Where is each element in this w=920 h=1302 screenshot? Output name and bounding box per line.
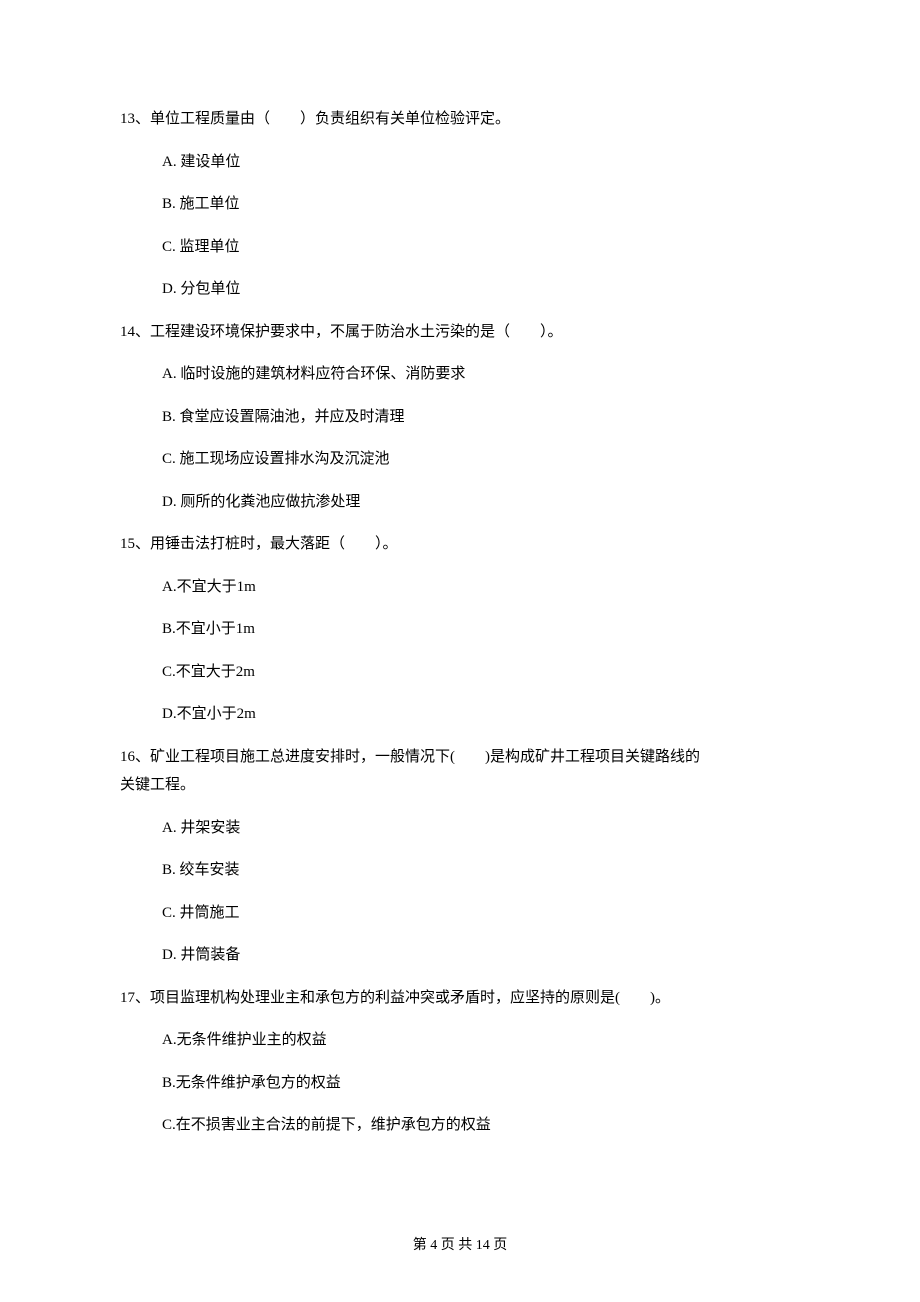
option-c: C. 施工现场应设置排水沟及沉淀池 [162,448,800,471]
question-text: 单位工程质量由（ ）负责组织有关单位检验评定。 [150,111,510,127]
question-number: 15、 [120,536,150,552]
question-15: 15、用锤击法打桩时，最大落距（ ）。 A.不宜大于1m B.不宜小于1m C.… [120,533,800,726]
question-16: 16、矿业工程项目施工总进度安排时，一般情况下( )是构成矿井工程项目关键路线的… [120,746,800,967]
question-stem: 16、矿业工程项目施工总进度安排时，一般情况下( )是构成矿井工程项目关键路线的 [120,746,800,769]
question-number: 13、 [120,111,150,127]
option-d: D. 厕所的化粪池应做抗渗处理 [162,491,800,514]
question-stem-cont: 关键工程。 [120,774,800,797]
question-13: 13、单位工程质量由（ ）负责组织有关单位检验评定。 A. 建设单位 B. 施工… [120,108,800,301]
option-d: D. 井筒装备 [162,944,800,967]
option-c: C.在不损害业主合法的前提下，维护承包方的权益 [162,1114,800,1137]
question-14: 14、工程建设环境保护要求中，不属于防治水土污染的是（ ）。 A. 临时设施的建… [120,321,800,514]
question-text: 矿业工程项目施工总进度安排时，一般情况下( )是构成矿井工程项目关键路线的 [150,749,700,765]
question-stem: 15、用锤击法打桩时，最大落距（ ）。 [120,533,800,556]
options-list: A. 建设单位 B. 施工单位 C. 监理单位 D. 分包单位 [120,151,800,301]
option-c: C.不宜大于2m [162,661,800,684]
option-a: A.无条件维护业主的权益 [162,1029,800,1052]
question-stem: 14、工程建设环境保护要求中，不属于防治水土污染的是（ ）。 [120,321,800,344]
option-c: C. 监理单位 [162,236,800,259]
option-a: A. 临时设施的建筑材料应符合环保、消防要求 [162,363,800,386]
question-stem: 13、单位工程质量由（ ）负责组织有关单位检验评定。 [120,108,800,131]
option-a: A.不宜大于1m [162,576,800,599]
option-c: C. 井筒施工 [162,902,800,925]
question-text: 用锤击法打桩时，最大落距（ ）。 [150,536,398,552]
options-list: A. 井架安装 B. 绞车安装 C. 井筒施工 D. 井筒装备 [120,817,800,967]
question-number: 17、 [120,990,150,1006]
question-stem: 17、项目监理机构处理业主和承包方的利益冲突或矛盾时，应坚持的原则是( )。 [120,987,800,1010]
options-list: A.不宜大于1m B.不宜小于1m C.不宜大于2m D.不宜小于2m [120,576,800,726]
options-list: A.无条件维护业主的权益 B.无条件维护承包方的权益 C.在不损害业主合法的前提… [120,1029,800,1137]
option-a: A. 建设单位 [162,151,800,174]
question-text: 工程建设环境保护要求中，不属于防治水土污染的是（ ）。 [150,324,563,340]
option-a: A. 井架安装 [162,817,800,840]
option-d: D.不宜小于2m [162,703,800,726]
option-d: D. 分包单位 [162,278,800,301]
question-text: 项目监理机构处理业主和承包方的利益冲突或矛盾时，应坚持的原则是( )。 [150,990,670,1006]
page-content: 13、单位工程质量由（ ）负责组织有关单位检验评定。 A. 建设单位 B. 施工… [0,0,920,1137]
option-b: B. 施工单位 [162,193,800,216]
options-list: A. 临时设施的建筑材料应符合环保、消防要求 B. 食堂应设置隔油池，并应及时清… [120,363,800,513]
question-number: 16、 [120,749,150,765]
option-b: B.不宜小于1m [162,618,800,641]
question-17: 17、项目监理机构处理业主和承包方的利益冲突或矛盾时，应坚持的原则是( )。 A… [120,987,800,1137]
option-b: B. 食堂应设置隔油池，并应及时清理 [162,406,800,429]
question-number: 14、 [120,324,150,340]
page-footer: 第 4 页 共 14 页 [0,1235,920,1256]
option-b: B. 绞车安装 [162,859,800,882]
option-b: B.无条件维护承包方的权益 [162,1072,800,1095]
